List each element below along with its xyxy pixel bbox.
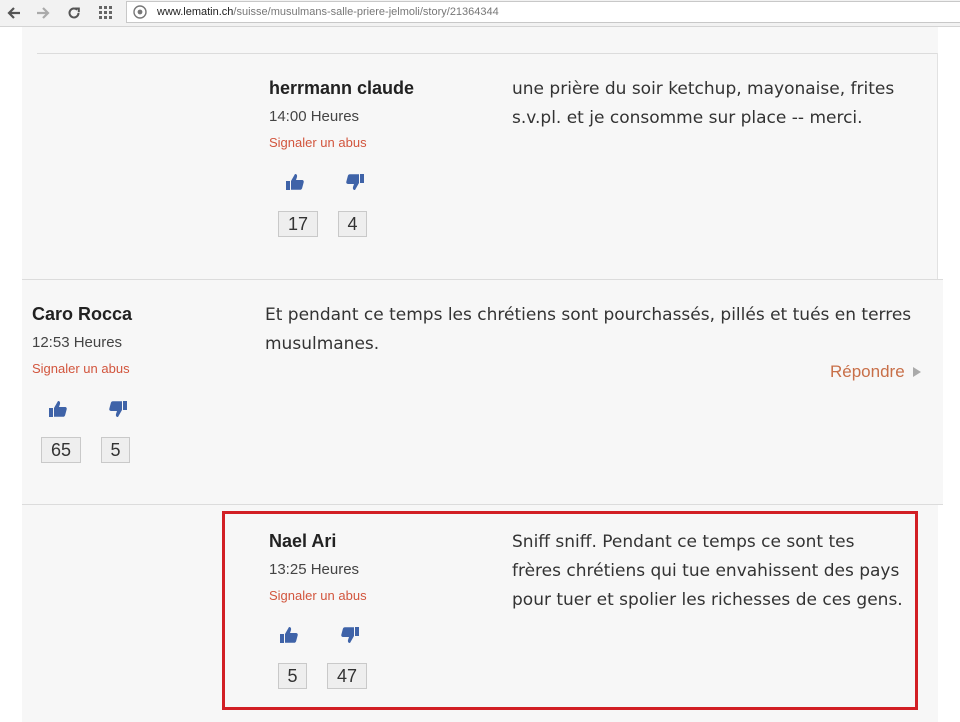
reply-panel	[22, 27, 938, 279]
like-count: 5	[278, 663, 307, 689]
comment-author[interactable]: Caro Rocca	[32, 304, 132, 325]
triangle-right-icon	[912, 367, 921, 377]
comment-time: 14:00 Heures	[269, 108, 360, 125]
thumbs-up-icon[interactable]	[278, 625, 300, 645]
thumbs-down-icon[interactable]	[344, 172, 366, 192]
comment-text: Et pendant ce temps les chrétiens sont p…	[265, 305, 912, 354]
site-info-icon	[133, 5, 147, 19]
report-abuse-link[interactable]: Signaler un abus	[269, 588, 367, 603]
comment-author[interactable]: herrmann claude	[269, 78, 414, 99]
dislike-count: 5	[101, 437, 130, 463]
reload-button[interactable]	[64, 3, 84, 23]
apps-grid-icon	[99, 6, 112, 19]
comment-time: 13:25 Heures	[269, 561, 360, 578]
url-host: www.lematin.ch	[157, 6, 234, 18]
apps-button[interactable]	[96, 3, 116, 23]
back-button[interactable]	[4, 3, 24, 23]
comment-time: 12:53 Heures	[32, 334, 123, 351]
comment-text: une prière du soir ketchup, mayonaise, f…	[512, 79, 895, 128]
thumbs-down-icon[interactable]	[339, 625, 361, 645]
thumbs-down-icon[interactable]	[107, 399, 129, 419]
dislike-count: 4	[338, 211, 367, 237]
thumbs-up-icon[interactable]	[47, 399, 69, 419]
arrow-left-icon	[7, 7, 20, 19]
report-abuse-link[interactable]: Signaler un abus	[32, 361, 130, 376]
thumbs-up-icon[interactable]	[284, 172, 306, 192]
divider	[37, 53, 938, 54]
reply-label: Répondre	[830, 362, 905, 381]
arrow-right-icon	[37, 7, 50, 19]
like-count: 17	[278, 211, 318, 237]
reload-icon	[68, 7, 80, 19]
address-bar[interactable]: www.lematin.ch/suisse/musulmans-salle-pr…	[126, 1, 960, 23]
report-abuse-link[interactable]: Signaler un abus	[269, 135, 367, 150]
comment-text: Sniff sniff. Pendant ce temps ce sont te…	[512, 532, 903, 610]
reply-link[interactable]: Répondre	[830, 362, 921, 382]
browser-toolbar: www.lematin.ch/suisse/musulmans-salle-pr…	[0, 0, 960, 27]
url-text: www.lematin.ch/suisse/musulmans-salle-pr…	[157, 6, 499, 18]
url-path: /suisse/musulmans-salle-priere-jelmoli/s…	[233, 6, 499, 18]
divider	[937, 53, 938, 279]
comment-author[interactable]: Nael Ari	[269, 531, 336, 552]
like-count: 65	[41, 437, 81, 463]
dislike-count: 47	[327, 663, 367, 689]
forward-button[interactable]	[33, 3, 53, 23]
comments-page: herrmann claude 14:00 Heures Signaler un…	[0, 27, 960, 722]
